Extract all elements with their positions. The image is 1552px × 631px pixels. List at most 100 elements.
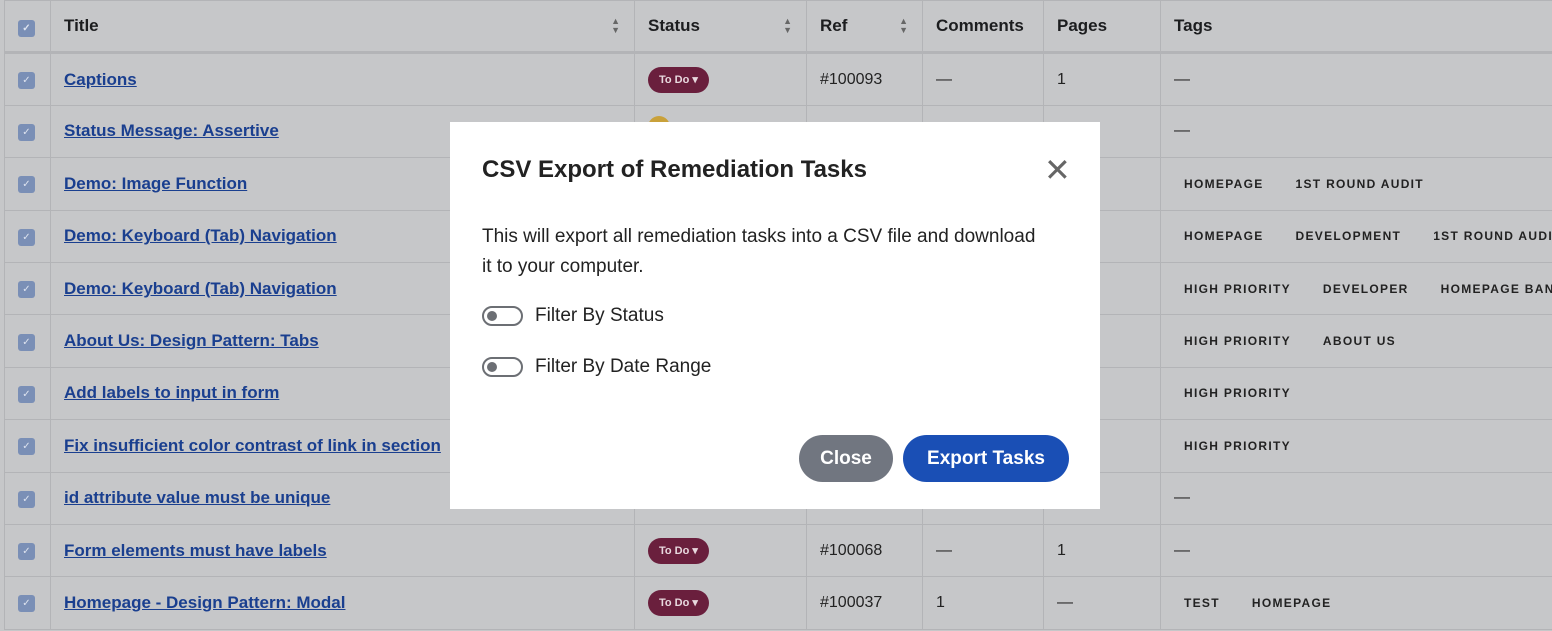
tags-empty: — — [1174, 541, 1190, 559]
checkbox[interactable]: ✓ — [18, 543, 35, 561]
row-checkbox-cell[interactable]: ✓ — [4, 52, 51, 106]
checkbox[interactable]: ✓ — [18, 333, 35, 351]
checkbox[interactable]: ✓ — [18, 228, 35, 246]
sort-icon[interactable]: ▲ ▼ — [783, 17, 792, 35]
tags-cell: HIGH PRIORITY DEVELOPER HOMEPAGE BANNER — [1160, 261, 1552, 316]
tags-cell: — — [1160, 104, 1552, 159]
status-cell: To Do ▾ — [634, 576, 807, 630]
tag: 1ST ROUND AUDIT — [1433, 229, 1552, 244]
tags-cell: — — [1160, 523, 1552, 578]
task-title-link[interactable]: Add labels to input in form — [64, 383, 279, 402]
row-checkbox-cell[interactable]: ✓ — [4, 471, 51, 525]
checkbox[interactable]: ✓ — [18, 490, 35, 508]
status-badge[interactable]: To Do ▾ — [648, 589, 709, 616]
task-title-link[interactable]: About Us: Design Pattern: Tabs — [64, 331, 319, 350]
tags-cell: HOMEPAGE DEVELOPMENT 1ST ROUND AUDIT — [1160, 209, 1552, 263]
column-header[interactable]: Title ▲ ▼ — [50, 0, 635, 55]
task-title-link[interactable]: id attribute value must be unique — [64, 488, 330, 507]
toggle-switch[interactable] — [482, 306, 523, 326]
title-cell: Homepage - Design Pattern: Modal — [50, 576, 635, 630]
ref-cell: #100068 — [806, 523, 923, 578]
pages-cell: — — [1043, 576, 1161, 630]
column-header[interactable]: Ref ▲ ▼ — [806, 0, 923, 55]
row-checkbox-cell[interactable]: ✓ — [4, 576, 51, 630]
checkbox[interactable]: ✓ — [18, 281, 35, 299]
sort-icon[interactable]: ▲ ▼ — [611, 17, 620, 35]
table-row: ✓ Form elements must have labels To Do ▾… — [4, 523, 1552, 578]
tag: 1ST ROUND AUDIT — [1295, 176, 1424, 191]
toggle-switch[interactable] — [482, 357, 523, 377]
filter-by-date-range-toggle[interactable]: Filter By Date Range — [482, 356, 711, 378]
task-title-link[interactable]: Homepage - Design Pattern: Modal — [64, 593, 345, 612]
toggle-label: Filter By Status — [535, 305, 664, 326]
task-title-link[interactable]: Demo: Image Function — [64, 174, 247, 193]
tags-cell: HIGH PRIORITY — [1160, 419, 1552, 473]
comments-cell: — — [922, 52, 1044, 106]
status-badge[interactable]: To Do ▾ — [648, 537, 709, 564]
task-title-link[interactable]: Captions — [64, 70, 137, 89]
checkbox[interactable]: ✓ — [18, 19, 35, 37]
task-title-link[interactable]: Form elements must have labels — [64, 541, 327, 560]
tags-cell: HIGH PRIORITY ABOUT US — [1160, 314, 1552, 368]
checkbox[interactable]: ✓ — [18, 123, 35, 141]
tag: HOMEPAGE BANNER — [1440, 281, 1552, 296]
modal-title: CSV Export of Remediation Tasks — [482, 156, 867, 183]
tag: HIGH PRIORITY — [1184, 438, 1291, 453]
column-header: Pages — [1043, 0, 1161, 55]
column-header: Tags — [1160, 0, 1552, 55]
comments-cell: — — [922, 523, 1044, 578]
row-checkbox-cell[interactable]: ✓ — [4, 157, 51, 211]
modal-description: This will export all remediation tasks i… — [482, 226, 1036, 277]
task-title-link[interactable]: Fix insufficient color contrast of link … — [64, 436, 441, 455]
title-cell: Captions — [50, 52, 635, 106]
row-checkbox-cell[interactable]: ✓ — [4, 209, 51, 263]
tag: HIGH PRIORITY — [1184, 281, 1291, 296]
tags-cell: — — [1160, 471, 1552, 525]
tags-empty: — — [1174, 489, 1190, 507]
row-checkbox-cell[interactable]: ✓ — [4, 314, 51, 368]
close-icon[interactable]: ✕ — [1044, 154, 1071, 186]
status-cell: To Do ▾ — [634, 523, 807, 578]
checkbox[interactable]: ✓ — [18, 385, 35, 403]
tag: DEVELOPMENT — [1295, 229, 1402, 244]
row-checkbox-cell[interactable]: ✓ — [4, 366, 51, 421]
tags-empty: — — [1174, 122, 1190, 140]
close-button[interactable]: Close — [799, 435, 893, 482]
tag: HOMEPAGE — [1184, 229, 1264, 244]
task-title-link[interactable]: Demo: Keyboard (Tab) Navigation — [64, 226, 337, 245]
checkbox[interactable]: ✓ — [18, 595, 35, 613]
row-checkbox-cell[interactable]: ✓ — [4, 523, 51, 578]
table-row: ✓ Homepage - Design Pattern: Modal To Do… — [4, 576, 1552, 630]
ref-cell: #100037 — [806, 576, 923, 630]
table-row: ✓ Captions To Do ▾ #100093 — 1 — — [4, 52, 1552, 106]
tag: DEVELOPER — [1322, 281, 1409, 296]
status-badge[interactable]: To Do ▾ — [648, 66, 709, 93]
pages-cell: 1 — [1043, 52, 1161, 106]
checkbox[interactable]: ✓ — [18, 438, 35, 456]
pages-cell: 1 — [1043, 523, 1161, 578]
tags-cell: TEST HOMEPAGE — [1160, 576, 1552, 630]
csv-export-modal: CSV Export of Remediation Tasks ✕ This w… — [450, 122, 1100, 509]
select-all-checkbox-cell[interactable]: ✓ — [4, 0, 51, 55]
tag: HOMEPAGE — [1184, 176, 1264, 191]
tag: TEST — [1184, 595, 1220, 610]
column-header[interactable]: Status ▲ ▼ — [634, 0, 807, 55]
tag: HOMEPAGE — [1251, 595, 1332, 610]
row-checkbox-cell[interactable]: ✓ — [4, 261, 51, 316]
task-title-link[interactable]: Status Message: Assertive — [64, 121, 279, 140]
checkbox[interactable]: ✓ — [18, 72, 35, 90]
tags-empty: — — [1174, 70, 1190, 88]
title-cell: Form elements must have labels — [50, 523, 635, 578]
status-cell: To Do ▾ — [634, 52, 807, 106]
checkbox[interactable]: ✓ — [18, 176, 35, 194]
toggle-label: Filter By Date Range — [535, 356, 712, 377]
row-checkbox-cell[interactable]: ✓ — [4, 104, 51, 159]
task-title-link[interactable]: Demo: Keyboard (Tab) Navigation — [64, 279, 337, 298]
tags-cell: HOMEPAGE 1ST ROUND AUDIT — [1160, 157, 1552, 211]
tag: ABOUT US — [1322, 334, 1396, 349]
ref-cell: #100093 — [806, 52, 923, 106]
export-tasks-button[interactable]: Export Tasks — [903, 435, 1069, 482]
row-checkbox-cell[interactable]: ✓ — [4, 419, 51, 473]
sort-icon[interactable]: ▲ ▼ — [899, 17, 908, 35]
filter-by-status-toggle[interactable]: Filter By Status — [482, 305, 664, 327]
